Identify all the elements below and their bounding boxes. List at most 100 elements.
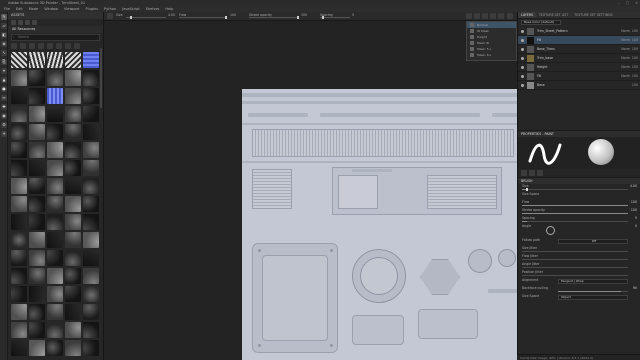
asset-thumbnail[interactable] [83, 106, 99, 122]
follow-path-dropdown[interactable]: Off [558, 239, 628, 244]
asset-thumbnail[interactable] [47, 178, 63, 194]
display-settings-icon[interactable] [482, 13, 488, 19]
position-jitter-row[interactable]: Position Jitter [518, 270, 640, 278]
geometry-mask-icon[interactable]: ◈ [1, 41, 7, 47]
toolbar-size-slider[interactable] [126, 16, 166, 19]
stroke-opacity-slider[interactable] [522, 213, 628, 214]
asset-thumbnail[interactable] [47, 70, 63, 86]
spacing-slider[interactable] [522, 221, 628, 222]
channel-dropdown[interactable]: Base Color (default) [521, 20, 561, 25]
paint-brush-icon[interactable]: ✎ [1, 14, 7, 20]
follow-path-row[interactable]: Follow path Off [518, 238, 640, 246]
filter-generators-icon[interactable] [56, 43, 62, 49]
camera-mode-icon[interactable] [474, 13, 480, 19]
layer-item[interactable]: Height Norm 100 [518, 63, 640, 72]
asset-thumbnail[interactable] [11, 106, 27, 122]
asset-thumbnail[interactable] [65, 340, 81, 356]
layer-item[interactable]: Fill Norm 100 [518, 36, 640, 45]
asset-thumbnail[interactable] [65, 322, 81, 338]
size-row[interactable]: Size 4.00 [518, 184, 640, 192]
asset-thumbnail[interactable] [47, 160, 63, 176]
brush-preset-icon[interactable] [107, 13, 113, 19]
filter-smart-materials-icon[interactable] [29, 43, 35, 49]
asset-thumbnail[interactable] [83, 340, 99, 356]
asset-thumbnail[interactable] [29, 250, 45, 266]
import-icon[interactable] [11, 20, 16, 25]
polygon-fill-icon[interactable]: ▲ [1, 77, 7, 83]
asset-thumbnail[interactable] [29, 340, 45, 356]
layer-item[interactable]: Base 100 [518, 81, 640, 90]
flow-slider[interactable] [522, 205, 628, 206]
asset-thumbnail[interactable] [11, 232, 27, 248]
asset-thumbnail[interactable] [47, 286, 63, 302]
resource-category[interactable]: All Resources [8, 26, 103, 33]
alignment-dropdown[interactable]: Tangent | Wrap [558, 279, 628, 284]
assets-scrollbar[interactable] [100, 48, 102, 108]
angle-jitter-row[interactable]: Angle Jitter [518, 262, 640, 270]
asset-thumbnail[interactable] [11, 52, 27, 68]
asset-thumbnail[interactable] [11, 196, 27, 212]
flow-row[interactable]: Flow 100 [518, 200, 640, 208]
asset-thumbnail[interactable] [83, 52, 99, 68]
asset-thumbnail[interactable] [65, 160, 81, 176]
size-slider[interactable] [522, 188, 628, 191]
asset-thumbnail[interactable] [11, 304, 27, 320]
eraser-icon[interactable]: ▱ [1, 23, 7, 29]
asset-thumbnail[interactable] [65, 52, 81, 68]
smudge-icon[interactable]: ∿ [1, 50, 7, 56]
filter-icon[interactable] [25, 20, 30, 25]
asset-thumbnail[interactable] [11, 178, 27, 194]
asset-thumbnail[interactable] [29, 142, 45, 158]
asset-thumbnail[interactable] [29, 160, 45, 176]
asset-thumbnail[interactable] [65, 304, 81, 320]
asset-thumbnail[interactable] [11, 268, 27, 284]
asset-thumbnail[interactable] [29, 232, 45, 248]
size-space-dropdown[interactable]: Object [558, 295, 628, 300]
asset-thumbnail[interactable] [65, 286, 81, 302]
flow-jitter-slider[interactable] [522, 259, 628, 260]
asset-thumbnail[interactable] [83, 214, 99, 230]
asset-thumbnail[interactable] [83, 124, 99, 140]
trim-sheet-canvas[interactable] [242, 89, 517, 360]
asset-thumbnail[interactable] [83, 268, 99, 284]
annotation-icon[interactable]: ✚ [1, 104, 7, 110]
layer-item[interactable]: Trim_Sheet_Pattern Norm 100 [518, 27, 640, 36]
viewport-mode-icon[interactable] [466, 13, 472, 19]
asset-thumbnail[interactable] [29, 286, 45, 302]
asset-thumbnail[interactable] [83, 286, 99, 302]
asset-thumbnail[interactable] [11, 88, 27, 104]
size-space-dropdown-row[interactable]: Size Space Object [518, 294, 640, 302]
layer-item[interactable]: Fill Norm 100 [518, 72, 640, 81]
asset-thumbnail[interactable] [11, 70, 27, 86]
asset-thumbnail[interactable] [47, 232, 63, 248]
display-icon[interactable]: ☀ [1, 131, 7, 137]
asset-thumbnail[interactable] [11, 286, 27, 302]
asset-thumbnail[interactable] [11, 322, 27, 338]
tab-texture-set-settings[interactable]: TEXTURE SET SETTINGS [571, 12, 615, 18]
asset-thumbnail[interactable] [29, 88, 45, 104]
tab-texture-set-list[interactable]: TEXTURE SET LIST [536, 12, 571, 18]
filter-brushes-icon[interactable] [11, 43, 17, 49]
asset-thumbnail[interactable] [83, 160, 99, 176]
asset-thumbnail[interactable] [11, 340, 27, 356]
folder-icon[interactable] [18, 20, 23, 25]
asset-thumbnail[interactable] [83, 196, 99, 212]
asset-thumbnail[interactable] [83, 250, 99, 266]
asset-thumbnail[interactable] [29, 196, 45, 212]
alpha-icon[interactable] [529, 170, 535, 176]
asset-thumbnail[interactable] [65, 250, 81, 266]
filter-materials-icon[interactable] [20, 43, 26, 49]
asset-thumbnail[interactable] [83, 322, 99, 338]
camera-icon[interactable]: ◉ [1, 113, 7, 119]
flow-jitter-row[interactable]: Flow Jitter [518, 254, 640, 262]
asset-thumbnail[interactable] [47, 304, 63, 320]
share-icon[interactable] [507, 13, 513, 19]
color-picker-icon[interactable]: ● [1, 86, 7, 92]
asset-thumbnail[interactable] [83, 178, 99, 194]
asset-thumbnail[interactable] [29, 106, 45, 122]
asset-thumbnail[interactable] [47, 88, 63, 104]
asset-thumbnail[interactable] [11, 214, 27, 230]
asset-thumbnail[interactable] [29, 178, 45, 194]
measure-icon[interactable]: ↔ [1, 95, 7, 101]
asset-thumbnail[interactable] [47, 142, 63, 158]
